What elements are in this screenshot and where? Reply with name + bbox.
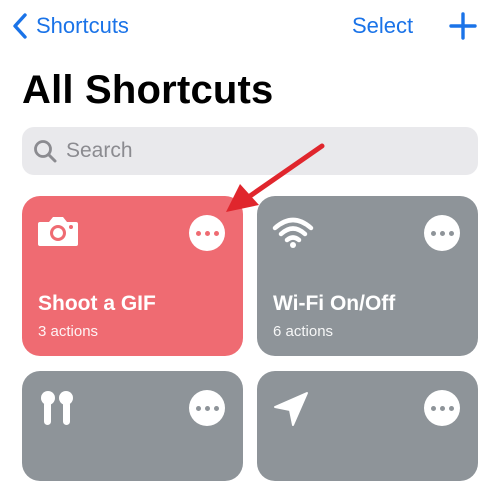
shortcut-title: Shoot a GIF <box>38 292 156 315</box>
shortcut-action-count: 3 actions <box>38 323 99 340</box>
navigation-bar: Shortcuts Select <box>0 0 500 56</box>
search-placeholder: Search <box>66 139 133 162</box>
camera-icon <box>38 217 78 246</box>
select-button[interactable]: Select <box>352 12 413 40</box>
more-options-button[interactable] <box>189 215 225 251</box>
shortcut-tile-shoot-a-gif[interactable]: Shoot a GIF 3 actions <box>22 196 243 356</box>
page-title: All Shortcuts <box>22 68 274 112</box>
shortcut-title: Wi-Fi On/Off <box>273 292 396 315</box>
back-button[interactable]: Shortcuts <box>12 12 129 40</box>
ellipsis-icon <box>195 230 219 236</box>
shortcut-action-count: 6 actions <box>273 323 334 340</box>
ellipsis-icon <box>430 230 454 236</box>
more-options-button[interactable] <box>424 215 460 251</box>
plus-icon[interactable] <box>448 11 478 41</box>
shortcut-tile-airpods[interactable] <box>22 371 243 481</box>
chevron-left-icon <box>13 13 27 39</box>
magnifier-icon <box>34 140 57 163</box>
shortcut-tile-wifi-on-off[interactable]: Wi-Fi On/Off 6 actions <box>257 196 478 356</box>
ellipsis-icon <box>430 405 454 411</box>
wifi-icon <box>272 217 314 248</box>
more-options-button[interactable] <box>189 390 225 426</box>
location-arrow-icon <box>274 392 308 426</box>
more-options-button[interactable] <box>424 390 460 426</box>
ellipsis-icon <box>195 405 219 411</box>
back-button-label: Shortcuts <box>36 13 129 38</box>
search-field[interactable]: Search <box>22 127 478 175</box>
shortcut-tile-location[interactable] <box>257 371 478 481</box>
airpods-icon <box>41 391 73 425</box>
